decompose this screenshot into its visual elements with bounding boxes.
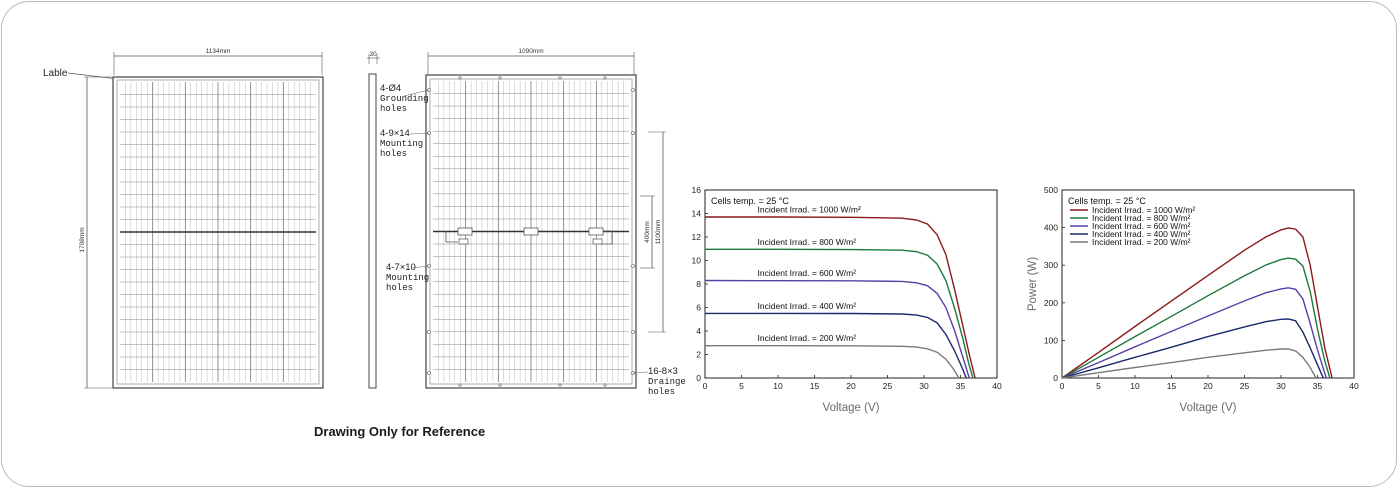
series-label: Incident Irrad. = 400 W/m² [758, 301, 857, 311]
y-tick-label: 400 [1044, 223, 1058, 233]
iv-curve-chart: 0 5 10 15 20 25 30 35 40 0 2 4 6 8 10 12 14 16 Voltage (V)… [692, 185, 1002, 414]
legend-label: Incident Irrad. = 200 W/m² [1092, 237, 1191, 247]
callout-mounting-holes-2: 4-7×10 Mounting holes [386, 262, 430, 294]
callout-line: Mounting [386, 273, 430, 283]
y-tick-label: 2 [696, 350, 701, 360]
x-tick-label: 35 [956, 381, 966, 391]
x-tick-label: 0 [703, 381, 708, 391]
series-label: Incident Irrad. = 600 W/m² [758, 268, 857, 278]
callout-line: Mounting [380, 139, 424, 149]
x-tick-label: 40 [1349, 381, 1359, 391]
back-width-dim: 1090mm [518, 48, 543, 55]
callout-line: 4-Ø4 [380, 83, 402, 94]
y-tick-label: 500 [1044, 185, 1058, 195]
y-tick-label: 100 [1044, 335, 1058, 345]
series-label: Incident Irrad. = 1000 W/m² [758, 205, 861, 215]
y-tick-label: 200 [1044, 298, 1058, 308]
y-tick-label: 10 [692, 256, 702, 266]
x-tick-label: 35 [1313, 381, 1323, 391]
front-height-dim: 1708mm [79, 227, 86, 252]
mount-span-dim: 1100mm [655, 220, 662, 245]
y-tick-label: 6 [696, 303, 701, 313]
front-width-dim: 1134mm [206, 48, 231, 55]
x-tick-label: 0 [1060, 381, 1065, 391]
x-tick-label: 5 [1096, 381, 1101, 391]
x-tick-label: 10 [1130, 381, 1140, 391]
back-view: 1090mm 1100mm 400mm [403, 48, 666, 389]
x-tick-label: 25 [883, 381, 893, 391]
x-tick-label: 30 [919, 381, 929, 391]
x-tick-label: 5 [739, 381, 744, 391]
y-tick-label: 0 [1053, 373, 1058, 383]
series-label: Incident Irrad. = 800 W/m² [758, 237, 857, 247]
y-tick-label: 16 [692, 185, 702, 195]
side-view: 30 [367, 51, 380, 389]
drawing-caption: Drawing Only for Reference [314, 424, 486, 439]
callout-line: holes [380, 104, 408, 114]
callout-mounting-holes: 4-9×14 Mounting holes [380, 128, 424, 160]
x-tick-label: 15 [810, 381, 820, 391]
callout-line: holes [386, 283, 414, 293]
y-tick-label: 12 [692, 232, 702, 242]
label-callout: Lable [43, 68, 68, 79]
callout-grounding-holes: 4-Ø4 Grounding holes [380, 83, 429, 115]
y-tick-label: 8 [696, 279, 701, 289]
callout-line: 4-9×14 [380, 128, 410, 139]
ground-span-dim: 400mm [644, 221, 651, 243]
y-tick-label: 14 [692, 209, 702, 219]
x-tick-label: 15 [1167, 381, 1177, 391]
side-thickness-dim: 30 [369, 51, 377, 58]
mechanical-drawing: 1134mm 1708mm Lable 30 1090mm 1100mm 400… [43, 48, 666, 389]
x-axis-label: Voltage (V) [1180, 402, 1237, 414]
y-axis-label: Power (W) [1027, 257, 1039, 311]
callout-line: holes [380, 149, 408, 159]
callout-line: 4-7×10 [386, 262, 416, 273]
pv-curve-chart: 0 5 10 15 20 25 30 35 400100200300400500Voltage … [1027, 185, 1359, 414]
series-label: Incident Irrad. = 200 W/m² [758, 333, 857, 343]
x-tick-label: 20 [1203, 381, 1213, 391]
x-axis-label: Voltage (V) [823, 402, 880, 414]
callout-line: Grounding [380, 94, 429, 104]
y-tick-label: 0 [696, 373, 701, 383]
y-tick-label: 4 [696, 326, 701, 336]
x-tick-label: 25 [1240, 381, 1250, 391]
y-tick-label: 300 [1044, 260, 1058, 270]
x-tick-label: 30 [1276, 381, 1286, 391]
x-tick-label: 20 [846, 381, 856, 391]
x-tick-label: 10 [773, 381, 783, 391]
front-view: 1134mm 1708mm Lable [43, 48, 324, 389]
x-tick-label: 40 [992, 381, 1002, 391]
